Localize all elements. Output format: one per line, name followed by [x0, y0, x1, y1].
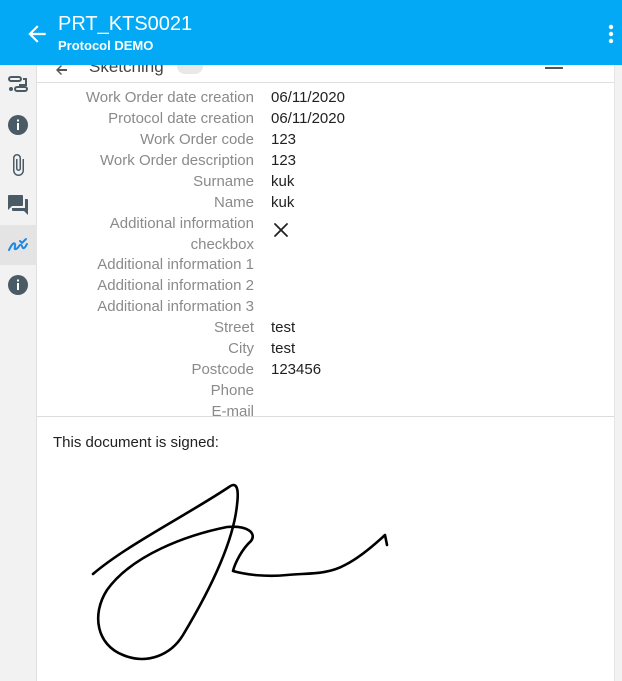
field-row: Work Order description 123: [37, 150, 614, 171]
field-row: Work Order date creation 06/11/2020: [37, 87, 614, 108]
field-value: 06/11/2020: [271, 89, 345, 106]
sidebar-item-attachments[interactable]: [0, 145, 37, 185]
steps-icon: [8, 76, 28, 92]
more-vertical-icon: [608, 24, 614, 44]
field-label: Work Order date creation: [85, 89, 254, 106]
field-row: Postcode 123456: [37, 359, 614, 380]
field-value: 123456: [271, 361, 322, 378]
field-label-line: checkbox: [190, 236, 254, 253]
field-label: Additional information 3: [97, 298, 254, 315]
arrow-left-icon[interactable]: [55, 65, 69, 77]
field-value: 123: [271, 152, 297, 169]
field-value: 06/11/2020: [271, 110, 345, 127]
app-header: PRT_KTS0021 Protocol DEMO: [0, 0, 622, 65]
section-badge: [177, 65, 203, 74]
minimize-icon[interactable]: [545, 65, 563, 69]
field-row: Additional information checkbox: [37, 213, 614, 254]
section-title: Sketching: [89, 65, 164, 76]
field-row: Surname kuk: [37, 171, 614, 192]
field-value: test: [271, 340, 296, 357]
field-label: Additional information checkbox: [44, 213, 254, 255]
field-label: Name: [213, 194, 254, 211]
signed-label: This document is signed:: [53, 434, 219, 451]
field-label: Phone: [210, 382, 254, 399]
page-title: PRT_KTS0021: [58, 13, 193, 35]
field-row: Name kuk: [37, 192, 614, 213]
field-row: Additional information 2: [37, 275, 614, 296]
app-window: PRT_KTS0021 Protocol DEMO Sketching Work…: [0, 0, 622, 681]
field-label: Work Order description: [100, 152, 254, 169]
field-label: Postcode: [191, 361, 254, 378]
field-row: Additional information 3: [37, 296, 614, 317]
field-label: Street: [213, 319, 254, 336]
signature-icon: [8, 238, 28, 251]
protocol-fields: Work Order date creation 06/11/2020 Prot…: [37, 87, 614, 422]
field-label: Additional information 2: [97, 277, 254, 294]
paperclip-icon: [13, 154, 24, 176]
field-label: E-mail: [211, 403, 254, 420]
sidebar-item-comments[interactable]: [0, 185, 37, 225]
divider: [37, 416, 614, 417]
field-label-line: Additional information: [109, 215, 254, 232]
field-row: Work Order code 123: [37, 129, 614, 150]
more-menu-button[interactable]: [606, 22, 616, 46]
arrow-left-icon: [28, 25, 46, 43]
chat-icon: [8, 195, 28, 215]
back-button[interactable]: [24, 21, 50, 47]
field-row: E-mail: [37, 401, 614, 422]
field-value: kuk: [271, 173, 295, 190]
sidebar-item-info[interactable]: [0, 105, 37, 145]
info-icon: [8, 275, 28, 295]
field-value: test: [271, 319, 296, 336]
sidebar-item-details[interactable]: [0, 265, 37, 305]
sidebar-item-sketching[interactable]: [0, 225, 37, 265]
info-icon: [8, 115, 28, 135]
signature-image: [91, 483, 389, 661]
field-label: Additional information 1: [97, 256, 254, 273]
scrollbar[interactable]: [614, 65, 622, 681]
field-label: Protocol date creation: [108, 110, 254, 127]
field-value: 123: [271, 131, 297, 148]
field-row: Phone: [37, 380, 614, 401]
field-row: City test: [37, 338, 614, 359]
main-content: Sketching Work Order date creation 06/11…: [37, 65, 614, 681]
sidebar-item-steps[interactable]: [0, 65, 37, 105]
field-label: Work Order code: [140, 131, 254, 148]
field-row: Additional information 1: [37, 254, 614, 275]
page-subtitle: Protocol DEMO: [58, 38, 154, 53]
field-label: City: [228, 340, 254, 357]
close-icon: [274, 223, 288, 237]
field-row: Street test: [37, 317, 614, 338]
section-header: Sketching: [37, 65, 614, 83]
field-value: kuk: [271, 194, 295, 211]
sidebar: [0, 65, 37, 681]
field-row: Protocol date creation 06/11/2020: [37, 108, 614, 129]
field-label: Surname: [193, 173, 254, 190]
